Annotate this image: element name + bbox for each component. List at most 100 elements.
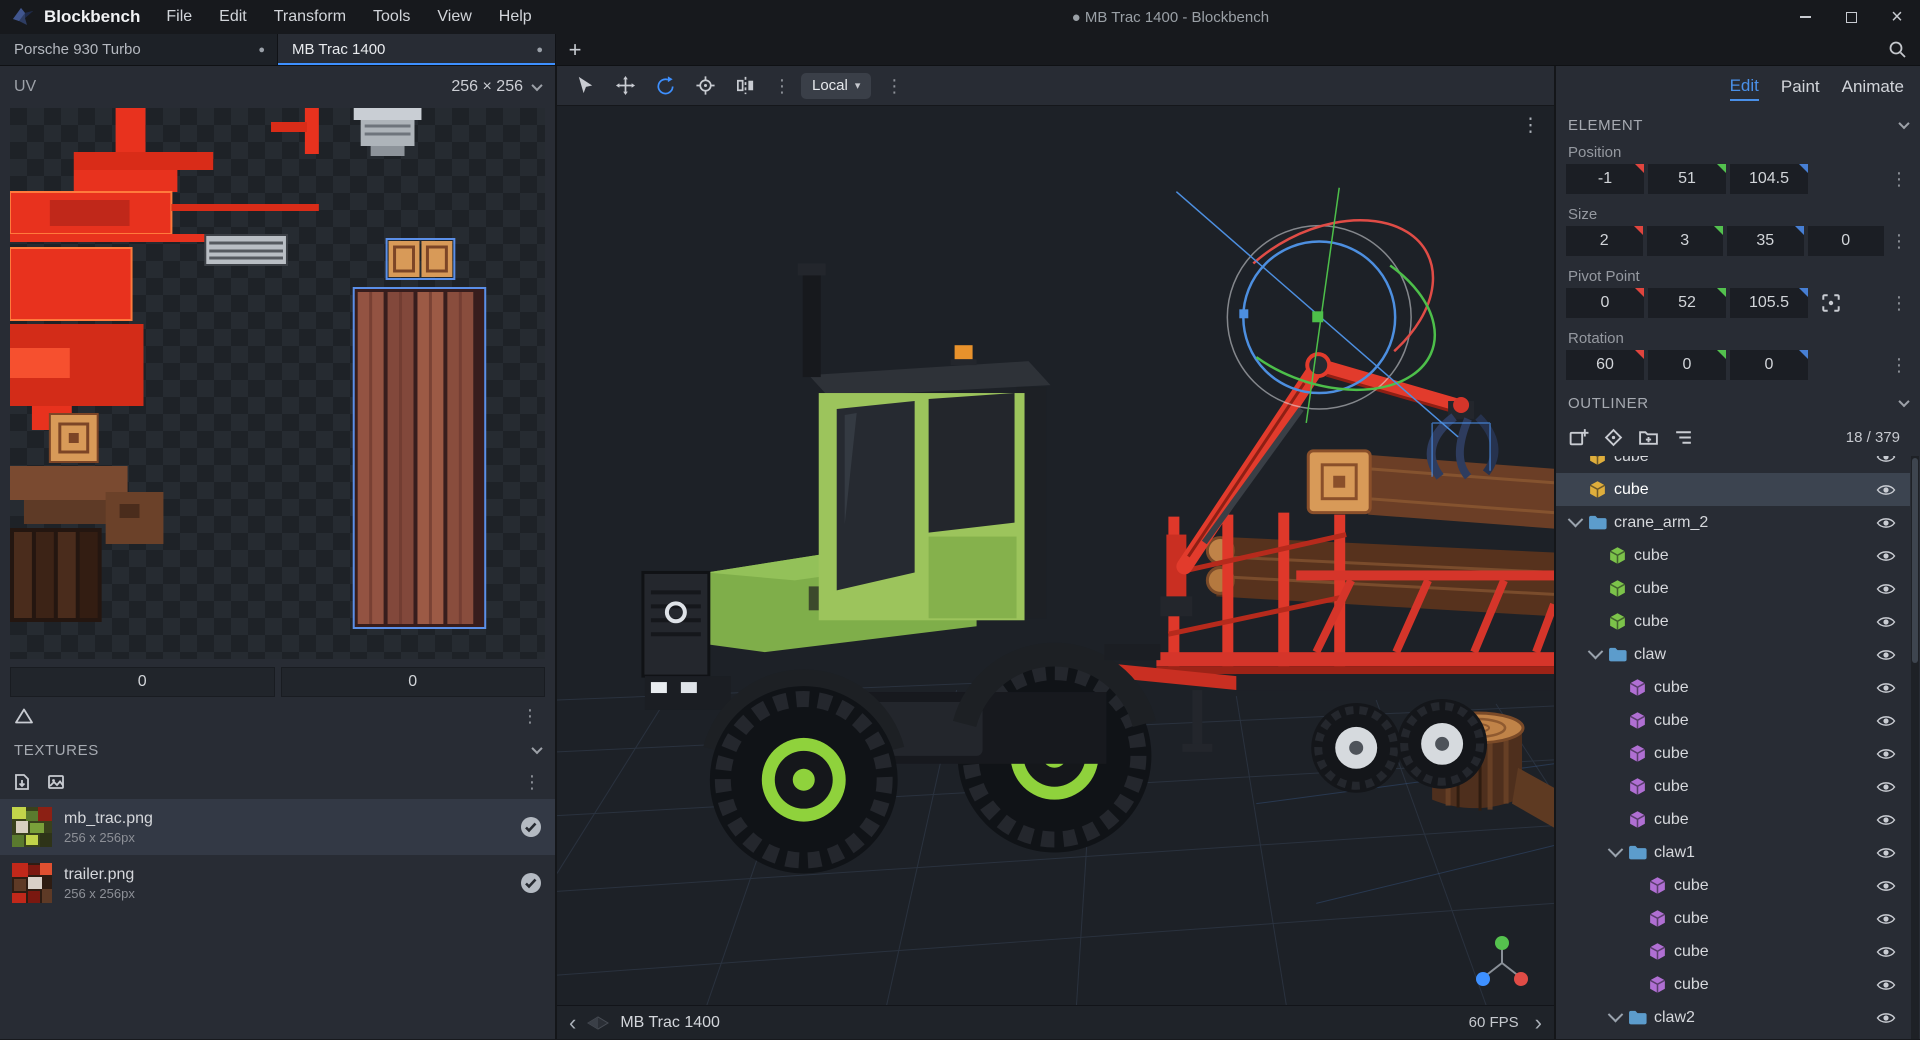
- eye-icon[interactable]: [1876, 483, 1896, 497]
- rotation-y-input[interactable]: 0: [1648, 350, 1726, 380]
- outliner-row[interactable]: claw2: [1556, 1001, 1910, 1034]
- chevron-down-icon[interactable]: [1587, 643, 1604, 660]
- tab-edit[interactable]: Edit: [1729, 76, 1759, 101]
- mirror-tool-button[interactable]: [729, 70, 761, 102]
- outliner-scrollbar[interactable]: [1911, 456, 1919, 1039]
- row-kebab-icon[interactable]: ⋮: [1888, 294, 1910, 312]
- tab-paint[interactable]: Paint: [1781, 77, 1820, 100]
- viewport-canvas[interactable]: ⋮: [557, 106, 1554, 1005]
- outliner-row[interactable]: cube: [1556, 539, 1910, 572]
- chevron-down-icon[interactable]: [1607, 841, 1624, 858]
- element-header[interactable]: ELEMENT: [1566, 110, 1910, 140]
- row-kebab-icon[interactable]: ⋮: [1888, 356, 1910, 374]
- outliner-row[interactable]: cube: [1556, 902, 1910, 935]
- eye-icon[interactable]: [1876, 813, 1896, 827]
- pivot-y-input[interactable]: 52: [1648, 288, 1726, 318]
- unsaved-dot-icon[interactable]: ●: [248, 44, 265, 56]
- eye-icon[interactable]: [1876, 456, 1896, 464]
- outliner-view-icon[interactable]: [1673, 427, 1694, 448]
- menu-edit[interactable]: Edit: [219, 8, 247, 26]
- outliner-row[interactable]: cube: [1556, 935, 1910, 968]
- eye-icon[interactable]: [1876, 945, 1896, 959]
- tab-animate[interactable]: Animate: [1842, 77, 1904, 100]
- move-tool-button[interactable]: [609, 70, 641, 102]
- eye-icon[interactable]: [1876, 582, 1896, 596]
- row-kebab-icon[interactable]: ⋮: [1888, 232, 1910, 250]
- triangle-tool-icon[interactable]: [14, 707, 34, 725]
- pivot-x-input[interactable]: 0: [1566, 288, 1644, 318]
- outliner-row[interactable]: cube: [1556, 704, 1910, 737]
- add-mesh-icon[interactable]: [1603, 427, 1624, 448]
- chevron-down-icon[interactable]: [1567, 511, 1584, 528]
- toolbar-kebab-icon[interactable]: ⋮: [883, 77, 905, 95]
- eye-icon[interactable]: [1876, 615, 1896, 629]
- menu-help[interactable]: Help: [499, 8, 532, 26]
- minimize-button[interactable]: [1782, 0, 1828, 34]
- menu-tools[interactable]: Tools: [373, 8, 410, 26]
- outliner-row[interactable]: cube: [1556, 803, 1910, 836]
- create-texture-icon[interactable]: [46, 772, 66, 792]
- uv-editor-canvas[interactable]: [10, 108, 545, 659]
- maximize-button[interactable]: [1828, 0, 1874, 34]
- tab-mb-trac-1400[interactable]: MB Trac 1400 ●: [278, 34, 556, 65]
- outliner-row[interactable]: cube: [1556, 473, 1910, 506]
- outliner-row[interactable]: cube: [1556, 869, 1910, 902]
- outliner-row[interactable]: cube: [1556, 737, 1910, 770]
- center-pivot-button[interactable]: [1816, 288, 1846, 318]
- next-chevron-icon[interactable]: ›: [1535, 1011, 1542, 1034]
- search-button[interactable]: [1874, 34, 1920, 65]
- eye-icon[interactable]: [1876, 912, 1896, 926]
- axes-gizmo[interactable]: [1470, 933, 1534, 991]
- outliner-row[interactable]: cube: [1556, 968, 1910, 1001]
- outliner-row[interactable]: claw: [1556, 638, 1910, 671]
- size-y-input[interactable]: 3: [1646, 226, 1723, 256]
- size-z-input[interactable]: 35: [1727, 226, 1804, 256]
- viewport-kebab-icon[interactable]: ⋮: [1521, 114, 1540, 137]
- eye-icon[interactable]: [1876, 846, 1896, 860]
- textures-menu-kebab-icon[interactable]: ⋮: [521, 773, 543, 791]
- select-tool-button[interactable]: [569, 70, 601, 102]
- eye-icon[interactable]: [1876, 879, 1896, 893]
- pivot-tool-button[interactable]: [689, 70, 721, 102]
- chevron-down-icon[interactable]: [1607, 1006, 1624, 1023]
- eye-icon[interactable]: [1876, 549, 1896, 563]
- rotation-x-input[interactable]: 60: [1566, 350, 1644, 380]
- rotate-tool-button[interactable]: [649, 70, 681, 102]
- eye-icon[interactable]: [1876, 714, 1896, 728]
- eye-icon[interactable]: [1876, 648, 1896, 662]
- outliner-row[interactable]: cube: [1556, 770, 1910, 803]
- prev-chevron-icon[interactable]: ‹: [569, 1011, 576, 1034]
- texture-row-mb-trac[interactable]: mb_trac.png 256 x 256px: [0, 799, 555, 855]
- unsaved-dot-icon[interactable]: ●: [526, 44, 543, 56]
- eye-icon[interactable]: [1876, 681, 1896, 695]
- uv-y-input[interactable]: 0: [280, 667, 545, 697]
- outliner-row[interactable]: cube: [1556, 572, 1910, 605]
- outliner-row[interactable]: claw1: [1556, 836, 1910, 869]
- uv-x-input[interactable]: 0: [10, 667, 275, 697]
- texture-row-trailer[interactable]: trailer.png 256 x 256px: [0, 855, 555, 911]
- outliner-row[interactable]: cube: [1556, 456, 1910, 473]
- outliner-row[interactable]: cube: [1556, 605, 1910, 638]
- size-x-input[interactable]: 2: [1566, 226, 1643, 256]
- position-y-input[interactable]: 51: [1648, 164, 1726, 194]
- uv-menu-kebab-icon[interactable]: ⋮: [519, 707, 541, 725]
- textures-header[interactable]: TEXTURES: [0, 735, 555, 765]
- pivot-z-input[interactable]: 105.5: [1730, 288, 1808, 318]
- position-z-input[interactable]: 104.5: [1730, 164, 1808, 194]
- menu-transform[interactable]: Transform: [274, 8, 346, 26]
- row-kebab-icon[interactable]: ⋮: [1888, 170, 1910, 188]
- texture-enabled-check-icon[interactable]: [519, 815, 543, 839]
- add-group-icon[interactable]: [1638, 427, 1659, 448]
- menu-view[interactable]: View: [437, 8, 471, 26]
- eye-icon[interactable]: [1876, 780, 1896, 794]
- eye-icon[interactable]: [1876, 747, 1896, 761]
- tab-porsche-930-turbo[interactable]: Porsche 930 Turbo ●: [0, 34, 278, 65]
- import-texture-icon[interactable]: [12, 772, 32, 792]
- scrollbar-thumb[interactable]: [1912, 458, 1918, 663]
- new-tab-button[interactable]: +: [556, 34, 594, 65]
- close-button[interactable]: ×: [1874, 0, 1920, 34]
- size-inflate-input[interactable]: 0: [1807, 226, 1884, 256]
- add-cube-icon[interactable]: [1568, 427, 1589, 448]
- uv-resolution-dropdown[interactable]: 256 × 256: [451, 78, 543, 96]
- outliner-header[interactable]: OUTLINER: [1566, 388, 1910, 418]
